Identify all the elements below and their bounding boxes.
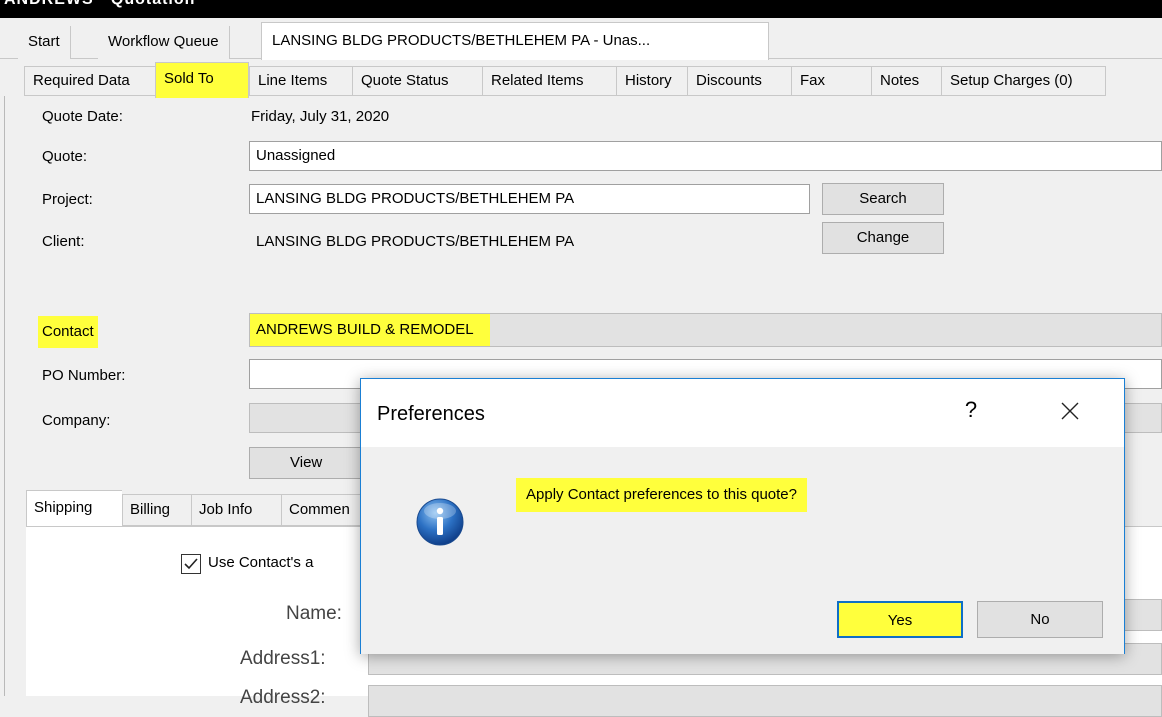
client-value: LANSING BLDG PRODUCTS/BETHLEHEM PA — [256, 233, 575, 250]
tab-discounts[interactable]: Discounts — [687, 66, 791, 96]
tab-history[interactable]: History — [616, 66, 687, 96]
contact-field: ANDREWS BUILD & REMODEL — [249, 313, 1162, 347]
tab-required-data[interactable]: Required Data — [24, 66, 155, 96]
contact-label: Contact — [38, 316, 98, 348]
tab-comments[interactable]: Commen — [281, 494, 371, 526]
address2-field[interactable] — [368, 685, 1162, 717]
tab-fax[interactable]: Fax — [791, 66, 871, 96]
tab-workflow-queue[interactable]: Workflow Queue — [98, 26, 230, 59]
window-title-text: ANDREWS · Quotation — [4, 0, 195, 9]
quote-date-label: Quote Date: — [42, 108, 123, 125]
change-button[interactable]: Change — [822, 222, 944, 254]
company-label: Company: — [42, 412, 111, 429]
quote-field[interactable]: Unassigned — [249, 141, 1162, 171]
tab-quote-document[interactable]: LANSING BLDG PRODUCTS/BETHLEHEM PA - Una… — [261, 22, 769, 60]
close-button[interactable] — [1047, 391, 1093, 431]
checkmark-icon — [184, 558, 198, 570]
tab-quote-status[interactable]: Quote Status — [352, 66, 482, 96]
tab-related-items[interactable]: Related Items — [482, 66, 616, 96]
address1-label: Address1: — [240, 648, 326, 669]
use-contact-address-checkbox[interactable] — [181, 554, 201, 574]
help-button[interactable]: ? — [961, 397, 981, 423]
dialog-body: Apply Contact preferences to this quote?… — [361, 447, 1124, 654]
search-button[interactable]: Search — [822, 183, 944, 215]
panel-left-border — [4, 96, 5, 696]
dialog-message: Apply Contact preferences to this quote? — [516, 478, 807, 512]
project-field[interactable]: LANSING BLDG PRODUCTS/BETHLEHEM PA — [249, 184, 810, 214]
use-contact-address-label: Use Contact's a — [208, 554, 314, 571]
no-button[interactable]: No — [977, 601, 1103, 638]
tab-sold-to[interactable]: Sold To — [155, 62, 249, 98]
tab-billing[interactable]: Billing — [122, 494, 191, 526]
project-label: Project: — [42, 191, 93, 208]
po-number-label: PO Number: — [42, 367, 126, 384]
address2-label: Address2: — [240, 687, 326, 708]
preferences-dialog: Preferences ? Apply Contact preferences … — [360, 378, 1125, 654]
contact-field-value: ANDREWS BUILD & REMODEL — [250, 314, 490, 346]
quote-date-value: Friday, July 31, 2020 — [251, 108, 390, 125]
close-icon — [1061, 402, 1079, 420]
tab-shipping[interactable]: Shipping — [26, 490, 122, 527]
yes-button[interactable]: Yes — [837, 601, 963, 638]
window-title-bar: ANDREWS · Quotation — [0, 0, 1162, 18]
client-label: Client: — [42, 233, 85, 250]
tab-notes[interactable]: Notes — [871, 66, 941, 96]
tab-line-items[interactable]: Line Items — [249, 66, 352, 96]
tab-job-info[interactable]: Job Info — [191, 494, 281, 526]
info-icon — [415, 497, 465, 547]
document-tab-bar: Start Workflow Queue LANSING BLDG PRODUC… — [0, 18, 1162, 60]
quote-section-tabs: Required Data Sold To Line Items Quote S… — [0, 60, 1162, 98]
tab-setup-charges[interactable]: Setup Charges (0) — [941, 66, 1106, 96]
dialog-title: Preferences — [377, 403, 485, 425]
tab-start[interactable]: Start — [18, 26, 71, 59]
name-label: Name: — [286, 603, 342, 624]
quote-label: Quote: — [42, 148, 88, 165]
